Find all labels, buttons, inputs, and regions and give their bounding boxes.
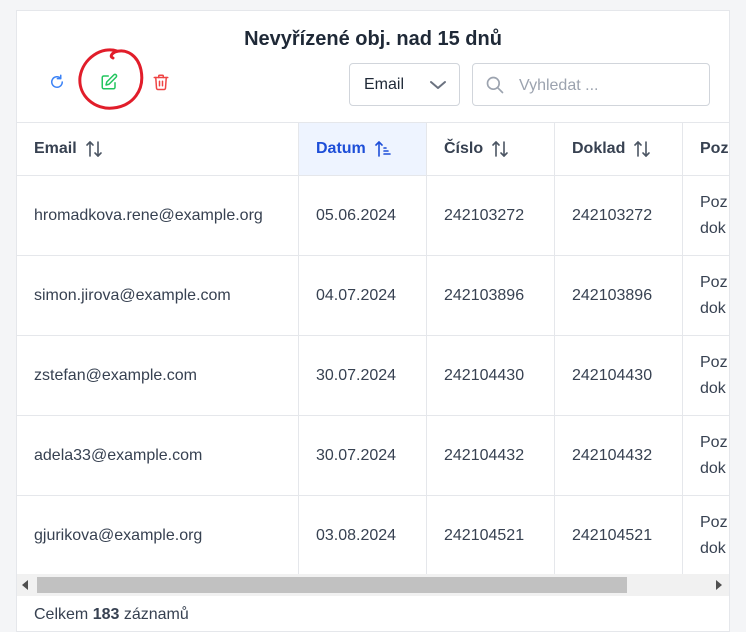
cell-poz: Poz dok [683,416,729,495]
cell-poz: Poz dok [683,256,729,335]
sort-icon [85,141,102,157]
table-row[interactable]: adela33@example.com 30.07.2024 242104432… [17,416,729,496]
search-field[interactable] [472,63,710,106]
cell-cislo: 242104521 [427,496,555,575]
scrollbar-thumb[interactable] [37,577,627,593]
column-header-datum[interactable]: Datum [299,123,427,175]
table-row[interactable]: gjurikova@example.org 03.08.2024 2421045… [17,496,729,576]
column-header-poz[interactable]: Poz [683,123,729,175]
table-row[interactable]: simon.jirova@example.com 04.07.2024 2421… [17,256,729,336]
cell-email: hromadkova.rene@example.org [17,176,299,255]
cell-doklad: 242104432 [555,416,683,495]
cell-poz: Poz dok [683,336,729,415]
record-count: Celkem 183 záznamů [34,606,189,624]
column-select[interactable]: Email [349,63,460,106]
cell-doklad: 242103896 [555,256,683,335]
orders-table: Email Datum Číslo Doklad Poz hromadkova.… [17,122,729,576]
cell-datum: 04.07.2024 [299,256,427,335]
search-icon [486,76,504,94]
cell-email: adela33@example.com [17,416,299,495]
scroll-right-arrow-icon[interactable] [716,580,722,590]
cell-cislo: 242103272 [427,176,555,255]
cell-datum: 30.07.2024 [299,416,427,495]
cell-poz-line2: dok [700,219,726,237]
cell-cislo: 242104432 [427,416,555,495]
cell-poz: Poz dok [683,176,729,255]
cell-cislo: 242104430 [427,336,555,415]
page-title: Nevyřízené obj. nad 15 dnů [244,28,502,50]
refresh-icon [51,74,63,88]
cell-cislo: 242103896 [427,256,555,335]
cell-email: zstefan@example.com [17,336,299,415]
column-header-label: Doklad [572,140,626,157]
table-header-row: Email Datum Číslo Doklad Poz [17,122,729,176]
column-header-label: Datum [316,140,366,157]
cell-email: gjurikova@example.org [17,496,299,575]
cell-poz-line1: Poz [700,193,728,211]
column-header-doklad[interactable]: Doklad [555,123,683,175]
cell-poz-line2: dok [700,459,726,477]
edit-button[interactable] [98,71,120,93]
column-select-value: Email [364,75,405,93]
column-header-email[interactable]: Email [17,123,299,175]
table-row[interactable]: hromadkova.rene@example.org 05.06.2024 2… [17,176,729,256]
trash-icon [153,74,169,91]
cell-doklad: 242104430 [555,336,683,415]
cell-datum: 30.07.2024 [299,336,427,415]
cell-datum: 05.06.2024 [299,176,427,255]
cell-poz-line2: dok [700,539,726,557]
cell-poz-line1: Poz [700,433,728,451]
horizontal-scrollbar[interactable] [17,574,729,596]
refresh-button[interactable] [46,71,68,93]
delete-button[interactable] [150,71,172,93]
sort-icon [634,141,651,157]
cell-email: simon.jirova@example.com [17,256,299,335]
column-header-label: Číslo [444,140,484,157]
cell-poz-line2: dok [700,379,726,397]
column-header-cislo[interactable]: Číslo [427,123,555,175]
sort-icon [492,141,508,157]
edit-icon [101,73,118,90]
column-header-label: Email [34,140,77,157]
column-header-label: Poz [700,140,729,157]
cell-doklad: 242103272 [555,176,683,255]
cell-doklad: 242104521 [555,496,683,575]
chevron-down-icon [430,81,446,89]
cell-poz-line1: Poz [700,273,728,291]
cell-datum: 03.08.2024 [299,496,427,575]
search-input[interactable] [517,70,701,101]
table-row[interactable]: zstefan@example.com 30.07.2024 242104430… [17,336,729,416]
cell-poz-line1: Poz [700,353,728,371]
cell-poz-line2: dok [700,299,726,317]
sort-ascending-icon [374,141,391,157]
cell-poz: Poz dok [683,496,729,575]
scroll-left-arrow-icon[interactable] [22,580,28,590]
cell-poz-line1: Poz [700,513,728,531]
orders-panel: Nevyřízené obj. nad 15 dnů Email Email [16,10,730,632]
